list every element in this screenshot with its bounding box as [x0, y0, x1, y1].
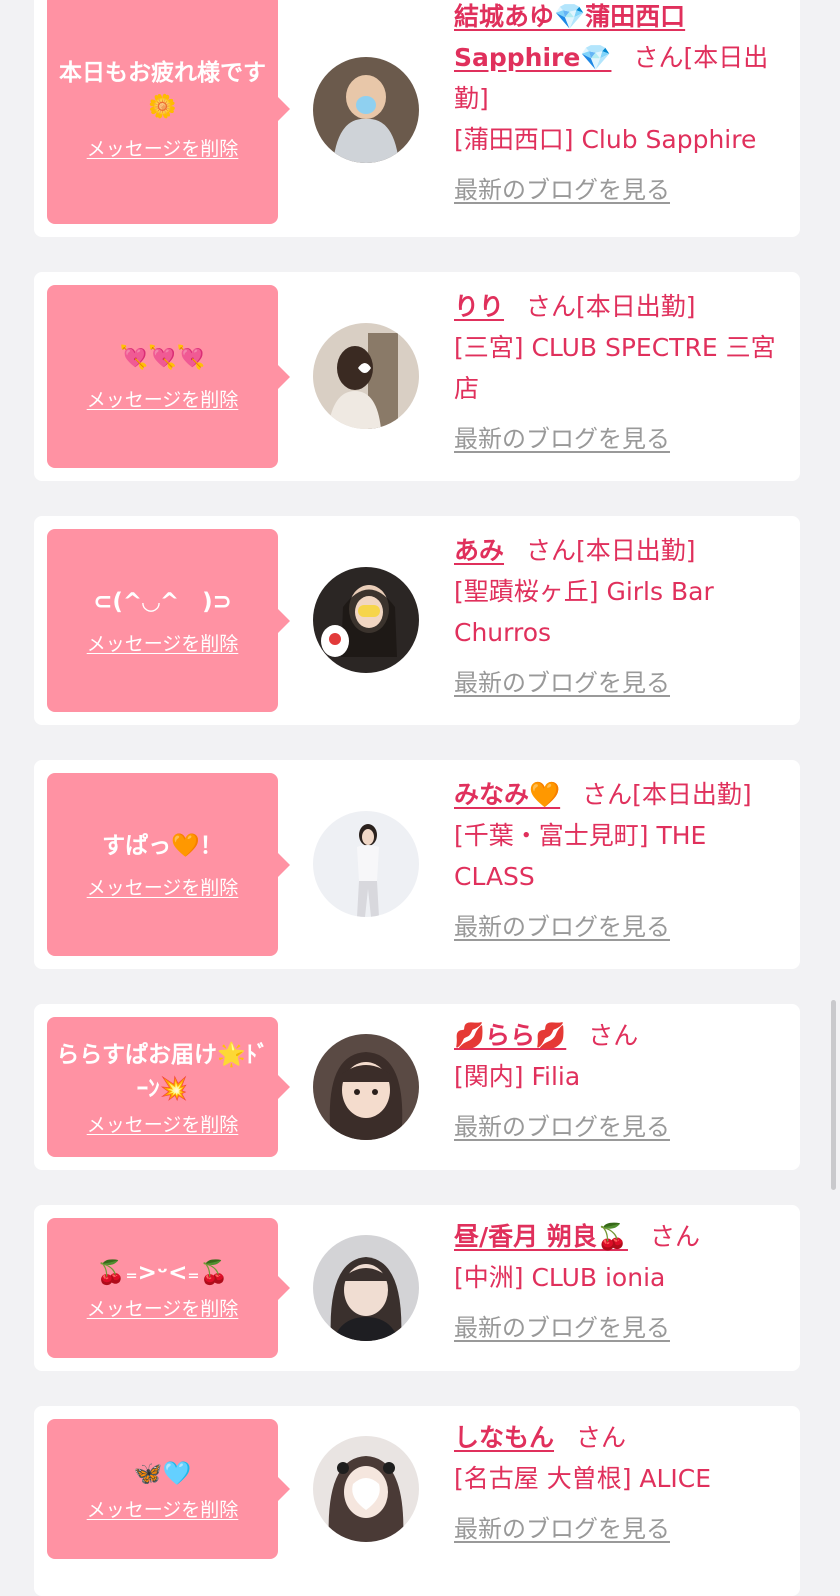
- avatar[interactable]: [313, 567, 419, 673]
- latest-blog-link[interactable]: 最新のブログを見る: [454, 170, 670, 211]
- message-text: 本日もお疲れ様です🌼: [59, 60, 266, 120]
- message-bubble: ⊂(^◡^ )⊃ メッセージを削除: [47, 529, 290, 712]
- honorific: さん: [588, 1021, 639, 1050]
- delete-message-link[interactable]: メッセージを削除: [87, 1495, 239, 1522]
- honorific: さん: [526, 292, 577, 321]
- avatar[interactable]: [313, 57, 419, 163]
- shop-name: [名古屋 大曽根] ALICE: [454, 1464, 712, 1493]
- message-text: ⊂(^◡^ )⊃: [93, 589, 232, 615]
- shop-name: [関内] Filia: [454, 1062, 581, 1091]
- message-bubble: 🦋🩵 メッセージを削除: [47, 1419, 290, 1559]
- shop-name: [三宮] CLUB SPECTRE 三宮店: [454, 333, 776, 403]
- honorific: さん: [633, 43, 684, 72]
- latest-blog-link[interactable]: 最新のブログを見る: [454, 907, 670, 948]
- cast-name-link[interactable]: りり: [454, 292, 504, 321]
- message-bubble: 本日もお疲れ様です🌼 メッセージを削除: [47, 0, 290, 224]
- message-card: 🦋🩵 メッセージを削除 しなもん さん [名古屋 大曽根] ALICE 最新のブロ…: [34, 1406, 800, 1596]
- cast-info: 💋らら💋 さん [関内] Filia 最新のブログを見る: [454, 1015, 794, 1148]
- latest-blog-link[interactable]: 最新のブログを見る: [454, 419, 670, 460]
- message-card: 🍒₌>ᵕ<₌🍒 メッセージを削除 昼/香月 朔良🍒 さん [中洲] CLUB io…: [34, 1205, 800, 1371]
- delete-message-link[interactable]: メッセージを削除: [87, 134, 239, 161]
- shop-name: [蒲田西口] Club Sapphire: [454, 125, 757, 154]
- latest-blog-link[interactable]: 最新のブログを見る: [454, 663, 670, 704]
- cast-name-link[interactable]: 昼/香月 朔良🍒: [454, 1222, 628, 1251]
- shop-name: [千葉・富士見町] THE CLASS: [454, 821, 707, 891]
- cast-name-link[interactable]: みなみ🧡: [454, 780, 560, 809]
- message-bubble: ららすぱお届け🌟ﾄﾞｰﾝ💥 メッセージを削除: [47, 1017, 290, 1157]
- cast-info: 昼/香月 朔良🍒 さん [中洲] CLUB ionia 最新のブログを見る: [454, 1216, 794, 1349]
- message-card: ららすぱお届け🌟ﾄﾞｰﾝ💥 メッセージを削除 💋らら💋 さん [関内] Filia…: [34, 1004, 800, 1170]
- latest-blog-link[interactable]: 最新のブログを見る: [454, 1107, 670, 1148]
- attendance-status: [本日出勤]: [576, 536, 696, 565]
- delete-message-link[interactable]: メッセージを削除: [87, 873, 239, 900]
- message-card: すぱっ🧡！ メッセージを削除 みなみ🧡 さん[本日出勤] [千葉・富士見町] TH…: [34, 760, 800, 969]
- message-bubble: すぱっ🧡！ メッセージを削除: [47, 773, 290, 956]
- message-bubble: 💘💘💘 メッセージを削除: [47, 285, 290, 468]
- scrollbar[interactable]: [831, 1000, 836, 1190]
- honorific: さん: [649, 1222, 700, 1251]
- delete-message-link[interactable]: メッセージを削除: [87, 629, 239, 656]
- message-text: すぱっ🧡！: [102, 833, 223, 859]
- message-bubble: 🍒₌>ᵕ<₌🍒 メッセージを削除: [47, 1218, 290, 1358]
- latest-blog-link[interactable]: 最新のブログを見る: [454, 1308, 670, 1349]
- message-text: 💘💘💘: [119, 345, 206, 371]
- cast-info: りり さん[本日出勤] [三宮] CLUB SPECTRE 三宮店 最新のブログを…: [454, 286, 794, 460]
- delete-message-link[interactable]: メッセージを削除: [87, 1110, 239, 1137]
- message-text: 🍒₌>ᵕ<₌🍒: [96, 1259, 229, 1286]
- avatar[interactable]: [313, 1034, 419, 1140]
- cast-name-link[interactable]: しなもん: [454, 1423, 554, 1452]
- avatar[interactable]: [313, 1235, 419, 1341]
- cast-info: みなみ🧡 さん[本日出勤] [千葉・富士見町] THE CLASS 最新のブログを…: [454, 774, 794, 948]
- shop-name: [聖蹟桜ヶ丘] Girls Bar Churros: [454, 577, 714, 647]
- message-card: ⊂(^◡^ )⊃ メッセージを削除 あみ さん[本日出勤] [聖蹟桜ヶ丘] Gir…: [34, 516, 800, 725]
- honorific: さん: [576, 1423, 627, 1452]
- delete-message-link[interactable]: メッセージを削除: [87, 1294, 239, 1321]
- cast-info: しなもん さん [名古屋 大曽根] ALICE 最新のブログを見る: [454, 1417, 794, 1550]
- avatar[interactable]: [313, 1436, 419, 1542]
- cast-name-link[interactable]: 💋らら💋: [454, 1021, 566, 1050]
- cast-info: 結城あゆ💎蒲田西口Sapphire💎 さん[本日出勤] [蒲田西口] Club S…: [454, 0, 794, 211]
- cast-info: あみ さん[本日出勤] [聖蹟桜ヶ丘] Girls Bar Churros 最新の…: [454, 530, 794, 704]
- attendance-status: [本日出勤]: [632, 780, 752, 809]
- message-text: ららすぱお届け🌟ﾄﾞｰﾝ💥: [56, 1041, 269, 1102]
- message-text: 🦋🩵: [133, 1460, 192, 1487]
- message-card: 💘💘💘 メッセージを削除 りり さん[本日出勤] [三宮] CLUB SPECTR…: [34, 272, 800, 481]
- honorific: さん: [526, 536, 577, 565]
- delete-message-link[interactable]: メッセージを削除: [87, 385, 239, 412]
- avatar[interactable]: [313, 323, 419, 429]
- cast-name-link[interactable]: あみ: [454, 536, 504, 565]
- honorific: さん: [582, 780, 633, 809]
- message-card: 本日もお疲れ様です🌼 メッセージを削除 結城あゆ💎蒲田西口Sapphire💎 さん…: [34, 0, 800, 237]
- attendance-status: [本日出勤]: [576, 292, 696, 321]
- latest-blog-link[interactable]: 最新のブログを見る: [454, 1509, 670, 1550]
- shop-name: [中洲] CLUB ionia: [454, 1263, 666, 1292]
- message-list: 本日もお疲れ様です🌼 メッセージを削除 結城あゆ💎蒲田西口Sapphire💎 さん…: [0, 0, 840, 1596]
- avatar[interactable]: [313, 811, 419, 917]
